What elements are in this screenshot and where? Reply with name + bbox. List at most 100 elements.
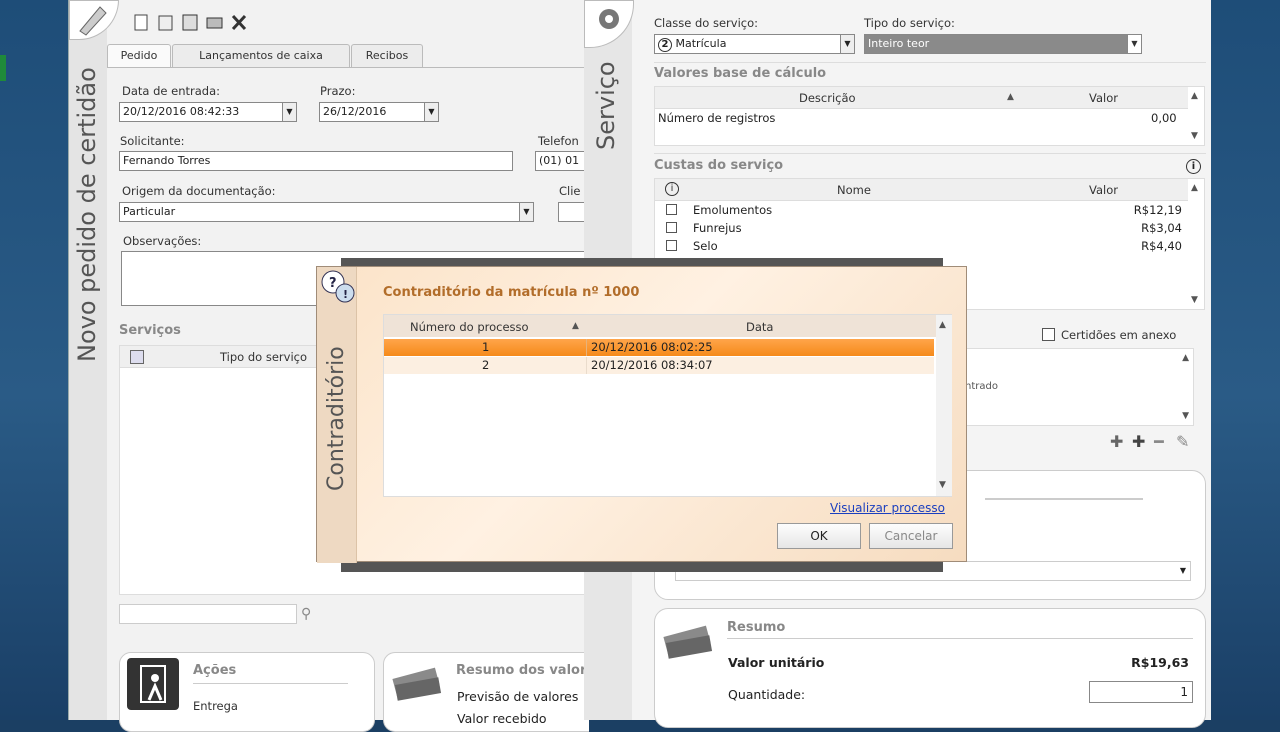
info-icon[interactable]: i bbox=[1186, 159, 1201, 174]
scroll-up-icon[interactable]: ▲ bbox=[1191, 183, 1198, 193]
checklist-icon[interactable] bbox=[130, 350, 144, 364]
custas-valor: R$3,04 bbox=[1141, 221, 1182, 235]
plus-icon[interactable]: ✚ bbox=[1132, 432, 1145, 451]
certidoes-area: Certidões em anexo ntrado ▲ ▼ ✚ ✚ ━ ✎ bbox=[944, 318, 1206, 451]
chevron-down-icon[interactable]: ▼ bbox=[840, 35, 854, 53]
scroll-down-icon[interactable]: ▼ bbox=[1191, 295, 1198, 305]
scroll-down-icon[interactable]: ▼ bbox=[1191, 131, 1198, 141]
row-numero: 1 bbox=[482, 340, 490, 354]
row-data: 20/12/2016 08:02:25 bbox=[591, 340, 713, 354]
tab-pedido[interactable]: Pedido bbox=[107, 44, 171, 68]
processos-grid: Número do processo ▲ Data 1 20/12/2016 0… bbox=[383, 314, 952, 497]
valores-base-header: Valores base de cálculo bbox=[654, 66, 827, 81]
origem-field[interactable]: Particular ▼ bbox=[119, 202, 534, 222]
custas-col-valor[interactable]: Valor bbox=[1089, 183, 1118, 197]
print-icon[interactable] bbox=[206, 17, 223, 29]
col-numero[interactable]: Número do processo bbox=[410, 320, 529, 334]
minus-icon[interactable]: ━ bbox=[1154, 432, 1164, 451]
open-icon[interactable] bbox=[158, 15, 173, 31]
table-row[interactable]: Selo R$4,40 bbox=[655, 238, 1188, 256]
contraditorio-dialog: ?! Contraditório Contraditório da matríc… bbox=[316, 266, 967, 563]
acoes-divider bbox=[193, 683, 348, 684]
money-icon bbox=[661, 619, 715, 663]
solicitante-field[interactable]: Fernando Torres bbox=[119, 151, 513, 171]
scroll-up-icon[interactable]: ▲ bbox=[1191, 91, 1198, 101]
custas-col-nome[interactable]: Nome bbox=[837, 183, 871, 197]
chevron-down-icon[interactable]: ▼ bbox=[519, 203, 533, 221]
new-doc-icon[interactable] bbox=[134, 14, 148, 31]
edit-icon[interactable]: ✎ bbox=[1176, 432, 1189, 451]
scroll-up-icon[interactable]: ▲ bbox=[1182, 353, 1189, 363]
row-checkbox[interactable] bbox=[666, 240, 677, 251]
svg-text:!: ! bbox=[343, 288, 348, 301]
scroll-up-icon[interactable]: ▲ bbox=[939, 320, 946, 330]
quantidade-input[interactable]: 1 bbox=[1089, 681, 1193, 703]
scroll-down-icon[interactable]: ▼ bbox=[939, 480, 946, 490]
tipo-label: Tipo do serviço: bbox=[864, 16, 955, 30]
cancel-button[interactable]: Cancelar bbox=[869, 523, 953, 549]
cell-divider bbox=[586, 357, 587, 374]
ok-button[interactable]: OK bbox=[777, 523, 861, 549]
previsao-valores-label: Previsão de valores bbox=[457, 689, 579, 704]
valor-unitario-label: Valor unitário bbox=[728, 655, 825, 670]
origem-value: Particular bbox=[123, 205, 176, 218]
resumo-title: Resumo bbox=[727, 620, 786, 635]
data-entrada-value: 20/12/2016 08:42:33 bbox=[123, 105, 240, 118]
vb-col-desc[interactable]: Descrição bbox=[799, 91, 856, 105]
scrollbar[interactable]: ▲ ▼ bbox=[936, 315, 952, 496]
valores-base-grid-header: Descrição ▲ Valor bbox=[655, 87, 1188, 109]
origem-label: Origem da documentação: bbox=[122, 184, 276, 198]
tipo-select[interactable]: Inteiro teor ▼ bbox=[864, 34, 1142, 54]
add-icon[interactable]: ✚ bbox=[1110, 432, 1123, 451]
prazo-label: Prazo: bbox=[320, 84, 356, 98]
processos-grid-header: Número do processo ▲ Data bbox=[384, 315, 936, 337]
col-data[interactable]: Data bbox=[746, 320, 773, 334]
gear-icon bbox=[584, 0, 634, 48]
telefone-field[interactable]: (01) 01 bbox=[535, 151, 589, 171]
divider bbox=[654, 62, 1206, 63]
tab-lancamentos[interactable]: Lançamentos de caixa bbox=[172, 44, 350, 68]
sort-asc-icon: ▲ bbox=[572, 321, 579, 331]
sort-asc-icon: ▲ bbox=[1007, 92, 1014, 102]
scroll-down-icon[interactable]: ▼ bbox=[1182, 411, 1189, 421]
classe-badge: 2 bbox=[658, 38, 672, 52]
row-checkbox[interactable] bbox=[666, 204, 677, 215]
row-data: 20/12/2016 08:34:07 bbox=[591, 358, 713, 372]
data-entrada-field[interactable]: 20/12/2016 08:42:33 ▼ bbox=[119, 102, 297, 122]
row-checkbox[interactable] bbox=[666, 222, 677, 233]
valor-unitario-value: R$19,63 bbox=[1131, 655, 1189, 670]
certidoes-checkbox[interactable] bbox=[1042, 328, 1055, 341]
table-row[interactable]: Emolumentos R$12,19 bbox=[655, 202, 1188, 220]
observacoes-label: Observações: bbox=[123, 234, 202, 248]
search-icon[interactable]: ⚲ bbox=[301, 606, 311, 622]
prazo-field[interactable]: 26/12/2016 ▼ bbox=[319, 102, 439, 122]
resumo-panel: Resumo Valor unitário R$19,63 Quantidade… bbox=[654, 608, 1206, 728]
servicos-search-input[interactable] bbox=[119, 604, 297, 624]
certidoes-label: Certidões em anexo bbox=[1061, 328, 1177, 342]
classe-select[interactable]: 2 Matrícula ▼ bbox=[654, 34, 855, 54]
entrega-action[interactable]: Entrega bbox=[193, 699, 238, 713]
save-icon[interactable] bbox=[182, 14, 198, 31]
info-icon[interactable]: i bbox=[665, 182, 679, 196]
vb-row-desc: Número de registros bbox=[658, 111, 776, 125]
data-entrada-label: Data de entrada: bbox=[122, 84, 221, 98]
chevron-down-icon[interactable]: ▼ bbox=[1127, 35, 1141, 53]
custas-nome: Emolumentos bbox=[693, 203, 773, 217]
tab-recibos[interactable]: Recibos bbox=[351, 44, 423, 68]
divider bbox=[654, 153, 1206, 154]
chevron-down-icon[interactable]: ▼ bbox=[424, 103, 438, 121]
chevron-down-icon[interactable]: ▼ bbox=[282, 103, 296, 121]
delete-icon[interactable] bbox=[231, 14, 247, 31]
svg-text:?: ? bbox=[329, 276, 337, 291]
table-row[interactable]: Funrejus R$3,04 bbox=[655, 220, 1188, 238]
custas-nome: Funrejus bbox=[693, 221, 742, 235]
table-row[interactable]: 1 20/12/2016 08:02:25 bbox=[384, 339, 934, 356]
chevron-down-icon[interactable]: ▼ bbox=[1176, 562, 1190, 580]
dialog-vertical-title: Contraditório bbox=[324, 346, 349, 491]
vb-col-valor[interactable]: Valor bbox=[1089, 91, 1118, 105]
visualizar-processo-link[interactable]: Visualizar processo bbox=[830, 501, 945, 515]
cliente-label: Clie bbox=[559, 184, 581, 198]
table-row[interactable]: 2 20/12/2016 08:34:07 bbox=[384, 357, 934, 374]
taskbar-indicator bbox=[0, 55, 6, 81]
row-numero: 2 bbox=[482, 358, 490, 372]
